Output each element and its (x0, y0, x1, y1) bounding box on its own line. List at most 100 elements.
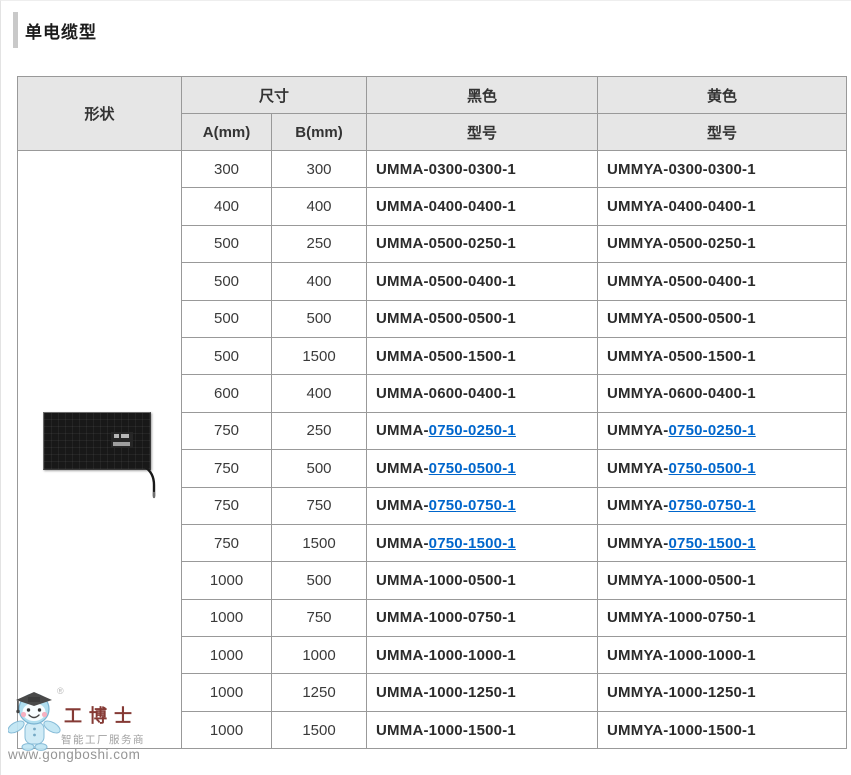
model-cell-black: UMMA-1000-0750-1 (367, 599, 598, 636)
page: { "page": { "title": "单电缆型" }, "table": … (0, 0, 851, 775)
header-b-mm: B(mm) (272, 114, 367, 151)
model-prefix: UMMA- (376, 497, 429, 514)
cell-b-mm: 1250 (272, 674, 367, 711)
cell-b-mm: 500 (272, 300, 367, 337)
cell-b-mm: 400 (272, 263, 367, 300)
model-cell-yellow: UMMYA-0750-0500-1 (598, 450, 847, 487)
model-link-yellow[interactable]: 0750-0250-1 (669, 422, 756, 439)
cell-a-mm: 500 (182, 300, 272, 337)
header-yellow-model: 型号 (598, 114, 847, 151)
cell-a-mm: 750 (182, 412, 272, 449)
model-text: UMMA-1000-0500-1 (376, 572, 516, 589)
cell-b-mm: 1000 (272, 637, 367, 674)
model-prefix: UMMYA- (607, 422, 668, 439)
model-prefix: UMMA- (376, 422, 429, 439)
table-row: 300300UMMA-0300-0300-1UMMYA-0300-0300-1 (18, 151, 847, 188)
model-link-yellow[interactable]: 0750-1500-1 (669, 535, 756, 552)
model-prefix: UMMYA- (607, 535, 668, 552)
cell-b-mm: 250 (272, 225, 367, 262)
model-text: UMMA-0500-0400-1 (376, 273, 516, 290)
model-text: UMMYA-0400-0400-1 (607, 198, 756, 215)
cell-a-mm: 600 (182, 375, 272, 412)
model-cell-black: UMMA-1000-0500-1 (367, 562, 598, 599)
registered-mark: ® (57, 686, 64, 696)
model-link-yellow[interactable]: 0750-0750-1 (669, 497, 756, 514)
cell-a-mm: 750 (182, 450, 272, 487)
watermark-url: www.gongboshi.com (8, 747, 140, 762)
model-text: UMMYA-1000-0750-1 (607, 609, 756, 626)
model-text: UMMA-0500-0500-1 (376, 310, 516, 327)
model-text: UMMYA-1000-1250-1 (607, 684, 756, 701)
model-text: UMMA-0500-1500-1 (376, 348, 516, 365)
model-cell-black: UMMA-0400-0400-1 (367, 188, 598, 225)
model-cell-black: UMMA-1000-1500-1 (367, 711, 598, 748)
model-cell-black: UMMA-0500-1500-1 (367, 337, 598, 374)
header-yellow: 黄色 (598, 77, 847, 114)
product-photo (43, 412, 151, 470)
model-cell-black: UMMA-0300-0300-1 (367, 151, 598, 188)
model-cell-black: UMMA-0750-0500-1 (367, 450, 598, 487)
model-text: UMMYA-0500-0400-1 (607, 273, 756, 290)
model-cell-yellow: UMMYA-1000-1250-1 (598, 674, 847, 711)
model-cell-yellow: UMMYA-0500-0500-1 (598, 300, 847, 337)
model-link-black[interactable]: 0750-0500-1 (429, 460, 516, 477)
model-prefix: UMMA- (376, 535, 429, 552)
model-link-black[interactable]: 0750-1500-1 (429, 535, 516, 552)
cell-a-mm: 500 (182, 337, 272, 374)
model-text: UMMA-0600-0400-1 (376, 385, 516, 402)
model-cell-black: UMMA-0500-0250-1 (367, 225, 598, 262)
cell-a-mm: 1000 (182, 637, 272, 674)
header-black: 黑色 (367, 77, 598, 114)
cell-a-mm: 750 (182, 487, 272, 524)
cell-a-mm: 1000 (182, 599, 272, 636)
model-text: UMMA-0400-0400-1 (376, 198, 516, 215)
model-text: UMMA-1000-0750-1 (376, 609, 516, 626)
model-link-black[interactable]: 0750-0250-1 (429, 422, 516, 439)
cable-spec-table: 形状 尺寸 黑色 黄色 A(mm) B(mm) 型号 型号 (17, 76, 847, 749)
model-prefix: UMMA- (376, 460, 429, 477)
shape-cell (18, 151, 182, 749)
cell-a-mm: 500 (182, 225, 272, 262)
model-link-black[interactable]: 0750-0750-1 (429, 497, 516, 514)
table-header: 形状 尺寸 黑色 黄色 A(mm) B(mm) 型号 型号 (18, 77, 847, 151)
cell-b-mm: 1500 (272, 711, 367, 748)
cell-b-mm: 250 (272, 412, 367, 449)
cell-a-mm: 500 (182, 263, 272, 300)
model-link-yellow[interactable]: 0750-0500-1 (669, 460, 756, 477)
header-size: 尺寸 (182, 77, 367, 114)
cell-b-mm: 750 (272, 487, 367, 524)
cell-b-mm: 400 (272, 188, 367, 225)
cell-b-mm: 1500 (272, 524, 367, 561)
model-cell-black: UMMA-0750-0750-1 (367, 487, 598, 524)
header-shape: 形状 (18, 77, 182, 151)
model-text: UMMYA-0500-0500-1 (607, 310, 756, 327)
cable-mat-image (43, 412, 151, 470)
mat-label (111, 432, 133, 448)
cell-b-mm: 1500 (272, 337, 367, 374)
model-text: UMMA-0300-0300-1 (376, 161, 516, 178)
model-cell-yellow: UMMYA-0600-0400-1 (598, 375, 847, 412)
model-text: UMMA-0500-0250-1 (376, 235, 516, 252)
model-cell-yellow: UMMYA-0750-0750-1 (598, 487, 847, 524)
cell-a-mm: 1000 (182, 711, 272, 748)
model-cell-yellow: UMMYA-1000-0500-1 (598, 562, 847, 599)
model-text: UMMYA-0600-0400-1 (607, 385, 756, 402)
cable-wire (143, 466, 159, 500)
model-prefix: UMMYA- (607, 460, 668, 477)
model-cell-yellow: UMMYA-0500-1500-1 (598, 337, 847, 374)
header-black-model: 型号 (367, 114, 598, 151)
model-text: UMMYA-1000-0500-1 (607, 572, 756, 589)
watermark-tagline: 智能工厂服务商 (61, 732, 145, 747)
model-cell-yellow: UMMYA-0300-0300-1 (598, 151, 847, 188)
model-cell-black: UMMA-0600-0400-1 (367, 375, 598, 412)
model-cell-yellow: UMMYA-1000-0750-1 (598, 599, 847, 636)
page-title: 单电缆型 (25, 18, 97, 43)
model-cell-black: UMMA-1000-1000-1 (367, 637, 598, 674)
model-cell-yellow: UMMYA-0400-0400-1 (598, 188, 847, 225)
model-text: UMMYA-1000-1500-1 (607, 722, 756, 739)
mascot-icon (8, 689, 62, 755)
cell-b-mm: 750 (272, 599, 367, 636)
model-text: UMMA-1000-1250-1 (376, 684, 516, 701)
cell-a-mm: 1000 (182, 562, 272, 599)
cell-a-mm: 300 (182, 151, 272, 188)
